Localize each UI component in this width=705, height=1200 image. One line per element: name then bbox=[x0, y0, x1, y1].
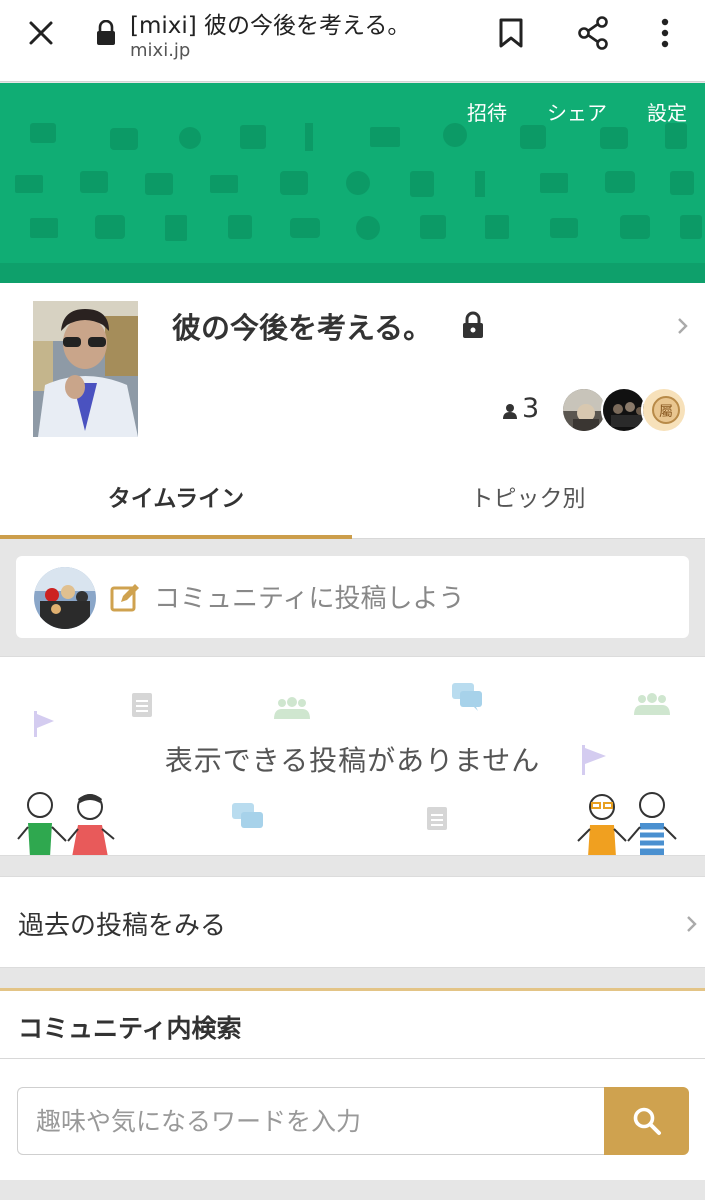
community-photo bbox=[33, 301, 138, 437]
share-link[interactable]: シェア bbox=[547, 97, 607, 126]
people-illustration bbox=[577, 792, 677, 855]
member-avatar[interactable]: 屬 bbox=[641, 387, 687, 433]
member-icon bbox=[503, 403, 517, 419]
member-count: 3 bbox=[522, 393, 540, 424]
post-prompt-text: コミュニティに投稿しよう bbox=[154, 584, 465, 614]
lock-icon bbox=[94, 19, 118, 46]
banner-links: 招待 シェア 設定 bbox=[427, 97, 687, 126]
tab-bar: タイムライン トピック別 bbox=[0, 453, 705, 539]
tab-by-topic[interactable]: トピック別 bbox=[352, 453, 704, 539]
clipboard-icon bbox=[132, 693, 152, 717]
close-icon[interactable] bbox=[22, 14, 60, 52]
community-banner: 招待 シェア 設定 bbox=[0, 83, 705, 283]
empty-message: 表示できる投稿がありません bbox=[164, 744, 541, 777]
community-name: 彼の今後を考える。 bbox=[172, 311, 433, 345]
settings-link[interactable]: 設定 bbox=[647, 97, 687, 126]
chat-icon bbox=[452, 683, 482, 711]
search-input[interactable] bbox=[17, 1087, 605, 1155]
chat-icon bbox=[232, 803, 263, 828]
edit-icon bbox=[109, 582, 141, 614]
tab-timeline[interactable]: タイムライン bbox=[0, 453, 352, 539]
bookmark-icon[interactable] bbox=[494, 14, 528, 52]
empty-timeline: 表示できる投稿がありません bbox=[0, 656, 705, 856]
svg-text:屬: 屬 bbox=[659, 404, 673, 420]
browser-page-title: [mixi] 彼の今後を考える。 bbox=[130, 13, 411, 39]
search-icon bbox=[633, 1107, 661, 1135]
community-search-section: コミュニティ内検索 bbox=[0, 988, 705, 1180]
post-prompt-box[interactable]: コミュニティに投稿しよう bbox=[16, 556, 689, 638]
private-lock-icon bbox=[460, 311, 486, 339]
browser-url[interactable]: mixi.jp bbox=[130, 40, 190, 61]
chevron-right-icon bbox=[686, 915, 698, 933]
group-icon bbox=[634, 693, 670, 715]
more-vert-icon[interactable] bbox=[648, 14, 682, 52]
chevron-right-icon[interactable] bbox=[676, 316, 690, 336]
people-illustration bbox=[17, 792, 115, 855]
past-posts-link[interactable]: 過去の投稿をみる bbox=[0, 876, 705, 968]
past-posts-label: 過去の投稿をみる bbox=[18, 911, 227, 941]
search-title: コミュニティ内検索 bbox=[18, 1014, 242, 1043]
group-icon bbox=[274, 697, 310, 719]
user-avatar bbox=[34, 567, 96, 629]
flag-icon bbox=[34, 711, 54, 737]
search-button[interactable] bbox=[604, 1087, 689, 1155]
clipboard-icon bbox=[427, 807, 447, 830]
divider bbox=[0, 1058, 705, 1059]
invite-link[interactable]: 招待 bbox=[467, 97, 507, 126]
browser-toolbar: [mixi] 彼の今後を考える。 mixi.jp bbox=[0, 0, 705, 82]
share-icon[interactable] bbox=[574, 14, 612, 52]
page: [mixi] 彼の今後を考える。 mixi.jp 招待 シェア 設定 彼の今後を… bbox=[0, 0, 705, 1200]
community-header[interactable]: 彼の今後を考える。 3 屬 bbox=[0, 283, 705, 453]
